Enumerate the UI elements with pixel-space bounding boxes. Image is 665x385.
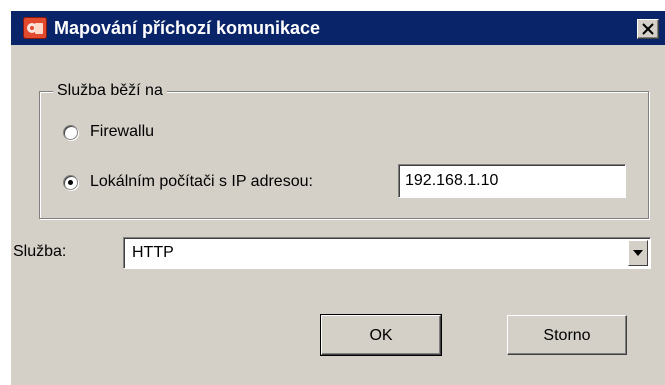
dialog-window: Mapování příchozí komunikace Služba běží… xyxy=(10,10,665,385)
radio-option-local-pc[interactable]: Lokálním počítači s IP adresou: xyxy=(63,171,313,193)
title-bar[interactable]: Mapování příchozí komunikace xyxy=(11,11,665,45)
ip-address-input[interactable] xyxy=(398,164,626,198)
service-location-group xyxy=(39,91,649,219)
service-select[interactable]: HTTP xyxy=(123,237,651,269)
app-icon xyxy=(23,17,47,39)
window-title: Mapování příchozí komunikace xyxy=(54,18,321,38)
radio-local-pc[interactable] xyxy=(63,174,78,190)
service-label: Služba: xyxy=(13,243,67,260)
close-button[interactable] xyxy=(637,19,659,39)
radio-firewall[interactable] xyxy=(63,124,78,140)
cancel-button[interactable]: Storno xyxy=(507,315,627,355)
close-icon xyxy=(642,23,654,35)
ok-button[interactable]: OK xyxy=(320,314,442,356)
chevron-down-icon xyxy=(633,250,643,256)
dropdown-button[interactable] xyxy=(628,240,648,266)
radio-option-firewall[interactable]: Firewallu xyxy=(63,121,154,143)
service-selected-value: HTTP xyxy=(132,244,174,261)
radio-label-firewall: Firewallu xyxy=(90,123,155,140)
group-legend: Služba běží na xyxy=(53,81,167,101)
radio-label-local-pc: Lokálním počítači s IP adresou: xyxy=(90,173,313,190)
